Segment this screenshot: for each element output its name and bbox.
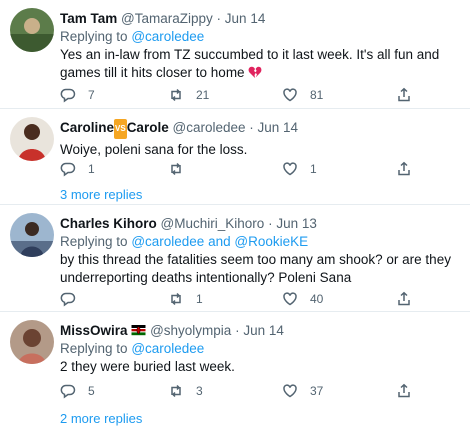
retweet-button[interactable]	[168, 160, 184, 178]
user-handle[interactable]: @caroledee	[172, 120, 245, 135]
display-name-part: Caroline	[60, 120, 115, 135]
share-icon	[398, 87, 410, 102]
share-button[interactable]	[396, 160, 412, 178]
separator: ·	[235, 323, 240, 338]
reply-icon	[60, 292, 76, 307]
avatar-image	[10, 8, 54, 52]
share-button[interactable]	[396, 86, 412, 104]
share-icon	[398, 383, 410, 398]
reply-icon	[60, 162, 76, 177]
tweet-date[interactable]: Jun 14	[225, 11, 266, 26]
like-button[interactable]: 37	[282, 382, 323, 400]
separator: ·	[249, 120, 254, 135]
retweet-count: 3	[196, 384, 203, 398]
heart-icon	[283, 162, 297, 176]
tweet-caroledee[interactable]: CarolineVSCarole @caroledee · Jun 14 Woi…	[0, 109, 470, 204]
user-handle[interactable]: @shyolympia	[150, 323, 231, 338]
reply-button[interactable]: 1	[60, 160, 95, 178]
retweet-count: 21	[196, 88, 210, 102]
avatar-image	[10, 213, 54, 257]
avatar-image	[10, 117, 54, 161]
mention-link[interactable]: @caroledee	[131, 29, 204, 44]
share-icon	[398, 291, 410, 306]
retweet-button[interactable]: 21	[168, 86, 209, 104]
retweet-icon	[171, 88, 181, 102]
separator: ·	[268, 216, 273, 231]
like-button[interactable]: 40	[282, 290, 323, 308]
reply-icon	[60, 88, 76, 103]
mention-conjunction: and	[208, 234, 231, 249]
tweet-charleskihoro[interactable]: Charles Kihoro @Muchiri_Kihoro · Jun 13 …	[0, 205, 470, 311]
broken-heart-icon	[248, 66, 262, 78]
like-button[interactable]: 81	[282, 86, 323, 104]
reply-button[interactable]	[60, 290, 76, 308]
like-button[interactable]: 1	[282, 160, 317, 178]
avatar[interactable]	[10, 8, 54, 52]
replying-to-label: Replying to	[60, 234, 128, 249]
more-replies-link[interactable]: 3 more replies	[60, 187, 142, 202]
replying-to-label: Replying to	[60, 29, 128, 44]
tweet-header: CarolineVSCarole @caroledee · Jun 14	[60, 119, 470, 139]
user-handle[interactable]: @TamaraZippy	[121, 11, 213, 26]
retweet-icon	[171, 384, 181, 398]
avatar-image	[10, 320, 54, 364]
display-name[interactable]: CarolineVSCarole	[60, 119, 169, 139]
heart-icon	[283, 88, 297, 102]
retweet-button[interactable]: 3	[168, 382, 203, 400]
heart-icon	[283, 384, 297, 398]
display-name[interactable]: Tam Tam	[60, 11, 117, 26]
heart-icon	[283, 292, 297, 306]
avatar[interactable]	[10, 320, 54, 364]
user-handle[interactable]: @Muchiri_Kihoro	[161, 216, 265, 231]
tweet-header: Tam Tam @TamaraZippy · Jun 14	[60, 10, 470, 28]
mention-link[interactable]: @caroledee	[131, 234, 204, 249]
retweet-icon	[171, 162, 181, 176]
mention-link[interactable]: @RookieKE	[234, 234, 308, 249]
share-button[interactable]	[396, 290, 412, 308]
tweet-tamtam[interactable]: Tam Tam @TamaraZippy · Jun 14 Replying t…	[0, 0, 470, 108]
tweet-text: Woiye, poleni sana for the loss.	[60, 142, 248, 157]
reply-count: 5	[88, 384, 95, 398]
reply-count: 7	[88, 88, 95, 102]
tweet-text: Yes an in-law from TZ succumbed to it la…	[60, 46, 470, 82]
tweet-date[interactable]: Jun 14	[258, 120, 299, 135]
tweet-date[interactable]: Jun 13	[276, 216, 317, 231]
tweet-date[interactable]: Jun 14	[243, 323, 284, 338]
tweet-header: Charles Kihoro @Muchiri_Kihoro · Jun 13	[60, 215, 470, 233]
tweet-text: by this thread the fatalities seem too m…	[60, 252, 451, 285]
tweet-header: MissOwira @shyolympia · Jun 14	[60, 322, 470, 340]
vs-badge-icon: VS	[114, 119, 127, 139]
display-name-part: Carole	[126, 120, 169, 135]
like-count: 81	[310, 88, 324, 102]
tweet-text: 2 they were buried last week.	[60, 359, 235, 374]
replying-to: Replying to @caroledee and @RookieKE	[60, 233, 470, 251]
avatar[interactable]	[10, 117, 54, 161]
reply-icon	[60, 384, 76, 399]
share-button[interactable]	[396, 382, 412, 400]
display-name[interactable]: MissOwira	[60, 323, 128, 338]
replying-to-label: Replying to	[60, 341, 128, 356]
retweet-icon	[171, 292, 181, 306]
retweet-count: 1	[196, 292, 203, 306]
kenya-flag-icon	[131, 325, 146, 336]
avatar[interactable]	[10, 213, 54, 257]
reply-count: 1	[88, 162, 95, 176]
like-count: 40	[310, 292, 324, 306]
replying-to: Replying to @caroledee	[60, 340, 470, 358]
more-replies-link[interactable]: 2 more replies	[60, 411, 142, 426]
retweet-button[interactable]: 1	[168, 290, 203, 308]
separator: ·	[216, 11, 222, 26]
share-icon	[398, 161, 410, 176]
reply-button[interactable]: 7	[60, 86, 95, 104]
tweet-missowira[interactable]: MissOwira @shyolympia · Jun 14 Replying …	[0, 312, 470, 432]
reply-button[interactable]: 5	[60, 382, 95, 400]
like-count: 37	[310, 384, 324, 398]
display-name[interactable]: Charles Kihoro	[60, 216, 157, 231]
like-count: 1	[310, 162, 317, 176]
replying-to: Replying to @caroledee	[60, 28, 470, 46]
mention-link[interactable]: @caroledee	[131, 341, 204, 356]
